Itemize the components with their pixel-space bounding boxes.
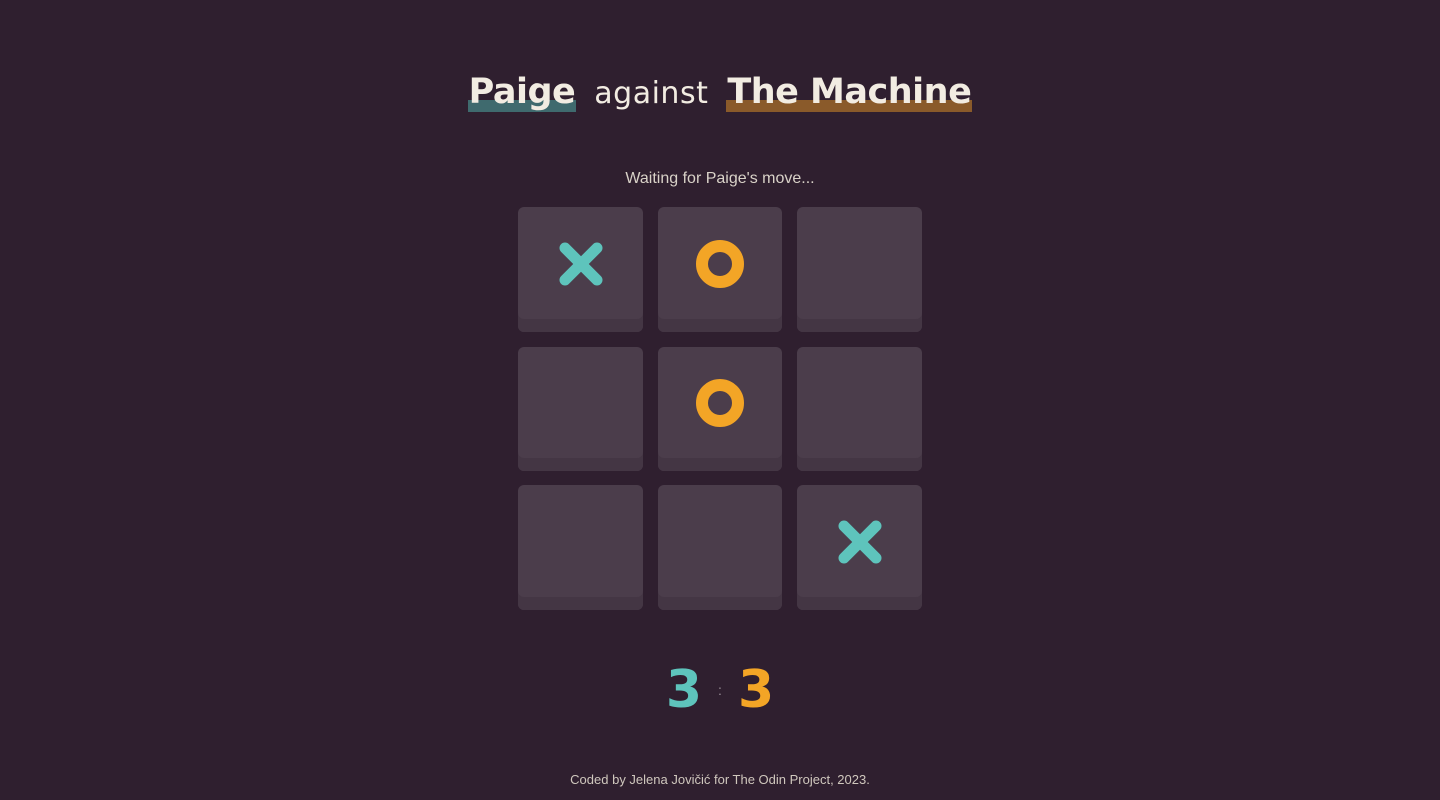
board-cell-9[interactable] <box>797 485 922 610</box>
x-mark-icon <box>838 520 881 563</box>
player1-name: Paige <box>467 70 577 114</box>
board-cell-5[interactable] <box>658 346 782 471</box>
turn-status: Waiting for Paige's move... <box>625 170 815 187</box>
board-cell-1[interactable] <box>518 207 643 332</box>
player2-name: The Machine <box>726 70 973 114</box>
player1-score: 3 <box>665 660 703 720</box>
player1-name-text: Paige <box>468 72 576 112</box>
versus-label: against <box>594 76 709 111</box>
game-page: Paige against The Machine Waiting for Pa… <box>0 0 1440 800</box>
board-cell-7[interactable] <box>518 485 643 610</box>
board-cell-8[interactable] <box>658 485 782 610</box>
score-separator: : <box>718 682 722 698</box>
board-cell-6[interactable] <box>797 346 922 471</box>
board-cell-4[interactable] <box>518 346 643 471</box>
game-board <box>518 207 922 610</box>
o-mark-icon <box>696 239 744 288</box>
board-cell-3[interactable] <box>797 207 922 332</box>
scoreboard: 3 : 3 <box>0 660 1440 720</box>
player2-score: 3 <box>737 660 775 720</box>
players-header: Paige against The Machine <box>0 70 1440 116</box>
footer-credit: Coded by Jelena Jovičić for The Odin Pro… <box>570 772 870 787</box>
o-mark-icon <box>696 378 744 427</box>
x-mark-icon <box>559 242 602 285</box>
player2-name-text: The Machine <box>727 72 972 112</box>
board-cell-2[interactable] <box>658 207 782 332</box>
